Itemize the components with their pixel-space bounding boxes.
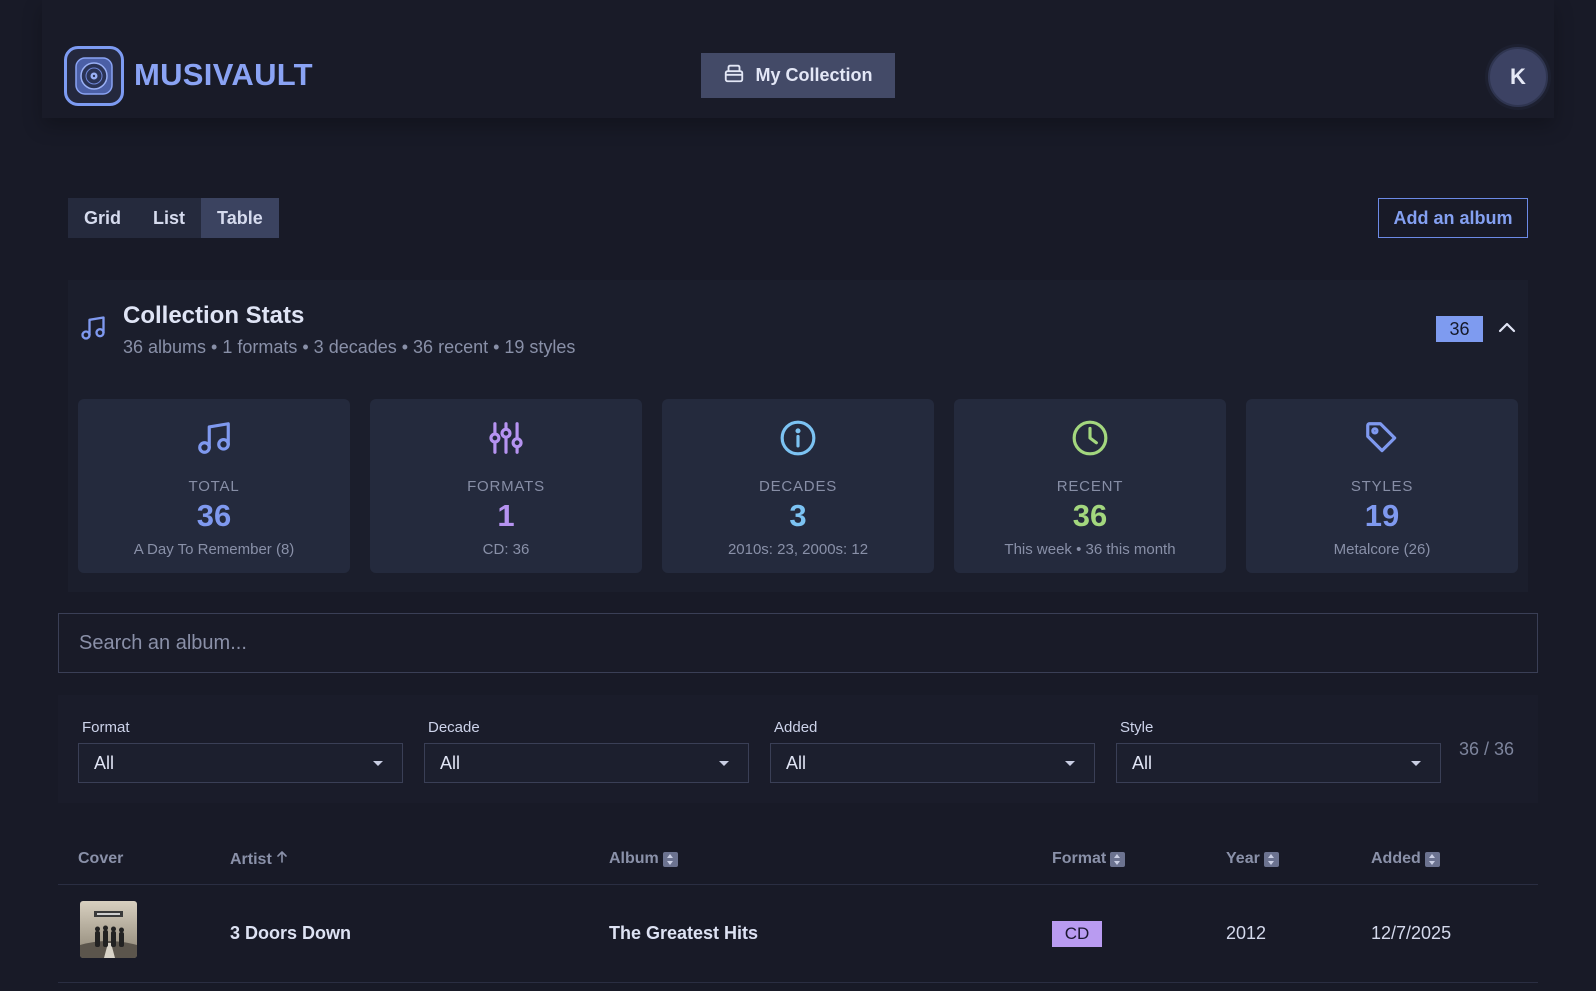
stat-card-total: TOTAL 36 A Day To Remember (8) (78, 399, 350, 573)
stats-cards: TOTAL 36 A Day To Remember (8) FORMATS 1… (78, 399, 1518, 573)
result-count: 36 / 36 (1459, 739, 1515, 759)
sort-icon (1424, 851, 1440, 867)
stat-value: 3 (789, 498, 807, 533)
app-logo-text[interactable]: MUSIVAULT (134, 57, 313, 93)
style-select[interactable]: All (1116, 743, 1441, 783)
column-header-album[interactable]: Album (609, 850, 678, 868)
stat-label: RECENT (1056, 478, 1124, 495)
added-cell: 12/7/2025 (1371, 923, 1452, 943)
view-toggle: Grid List Table (68, 198, 279, 238)
stat-detail: A Day To Remember (8) (133, 541, 295, 558)
year-cell: 2012 (1226, 923, 1267, 943)
view-grid-button[interactable]: Grid (68, 198, 137, 238)
user-avatar[interactable]: K (1488, 47, 1548, 107)
music-note-icon (78, 419, 350, 457)
stats-title: Collection Stats (123, 302, 305, 329)
column-label: Year (1226, 850, 1260, 867)
column-header-added[interactable]: Added (1371, 850, 1440, 868)
my-collection-label: My Collection (755, 65, 873, 85)
sort-icon (1110, 851, 1126, 867)
tag-icon (1246, 419, 1518, 457)
column-header-year[interactable]: Year (1226, 850, 1279, 868)
stat-detail: Metalcore (26) (1333, 541, 1431, 558)
stat-label: FORMATS (467, 478, 545, 495)
stat-card-styles: STYLES 19 Metalcore (26) (1246, 399, 1518, 573)
collection-box-icon (723, 62, 745, 89)
sort-ascending-icon (276, 850, 288, 869)
format-badge: CD (1052, 921, 1102, 947)
stat-card-recent: RECENT 36 This week • 36 this month (954, 399, 1226, 573)
sort-icon (1263, 851, 1279, 867)
add-album-button[interactable]: Add an album (1378, 198, 1528, 238)
collapse-chevron-up-icon[interactable] (1495, 316, 1519, 345)
stat-card-formats: FORMATS 1 CD: 36 (370, 399, 642, 573)
stat-value: 36 (196, 498, 232, 533)
select-value: All (440, 752, 461, 773)
music-note-icon (79, 314, 107, 347)
collection-stats-panel: Collection Stats 36 albums • 1 formats •… (68, 280, 1528, 592)
decade-select[interactable]: All (424, 743, 749, 783)
filter-label: Style (1120, 719, 1154, 736)
view-list-button[interactable]: List (137, 198, 201, 238)
stat-value: 1 (497, 498, 515, 533)
view-table-button[interactable]: Table (201, 198, 279, 238)
stat-label: DECADES (758, 478, 838, 495)
stat-label: STYLES (1350, 478, 1414, 495)
format-select[interactable]: All (78, 743, 403, 783)
vinyl-logo-icon[interactable] (64, 46, 124, 106)
filter-style: Style All (1116, 719, 1441, 783)
filter-format: Format All (78, 719, 403, 783)
table-header: Cover Artist Album Format Year Added (58, 840, 1538, 885)
stat-card-decades: DECADES 3 2010s: 23, 2000s: 12 (662, 399, 934, 573)
column-label: Added (1371, 850, 1421, 867)
column-label: Artist (230, 850, 272, 868)
select-value: All (786, 752, 807, 773)
filter-label: Decade (428, 719, 480, 736)
dropdown-caret-icon (1065, 760, 1075, 766)
column-label: Format (1052, 850, 1107, 867)
added-select[interactable]: All (770, 743, 1095, 783)
filter-label: Format (82, 719, 130, 736)
dropdown-caret-icon (719, 760, 729, 766)
stat-detail: This week • 36 this month (1004, 541, 1176, 558)
album-search-input[interactable] (58, 613, 1538, 673)
table-row[interactable]: 3 Doors Down The Greatest Hits CD 2012 1… (58, 886, 1538, 983)
dropdown-caret-icon (1411, 760, 1421, 766)
sort-icon (662, 851, 678, 867)
filters-bar: Format All Decade All Added All Style Al… (58, 695, 1538, 803)
album-count-badge: 36 (1436, 316, 1483, 342)
stat-value: 19 (1364, 498, 1400, 533)
artist-cell[interactable]: 3 Doors Down (230, 923, 351, 944)
app-header: MUSIVAULT My Collection K (42, 0, 1554, 118)
select-value: All (94, 752, 115, 773)
dropdown-caret-icon (373, 760, 383, 766)
column-label: Album (609, 850, 659, 867)
sliders-icon (370, 419, 642, 457)
stats-summary: 36 albums • 1 formats • 3 decades • 36 r… (123, 337, 576, 357)
stat-detail: 2010s: 23, 2000s: 12 (727, 541, 869, 558)
column-header-format[interactable]: Format (1052, 850, 1126, 868)
select-value: All (1132, 752, 1153, 773)
info-icon (662, 419, 934, 457)
stat-label: TOTAL (188, 478, 240, 495)
filter-decade: Decade All (424, 719, 749, 783)
filter-added: Added All (770, 719, 1095, 783)
my-collection-button[interactable]: My Collection (701, 53, 895, 98)
column-header-artist[interactable]: Artist (230, 850, 288, 869)
stat-detail: CD: 36 (482, 541, 530, 558)
column-label: Cover (78, 850, 124, 867)
album-cover-image[interactable] (80, 901, 137, 958)
column-header-cover: Cover (78, 850, 123, 868)
clock-icon (954, 419, 1226, 457)
filter-label: Added (774, 719, 818, 736)
album-cell[interactable]: The Greatest Hits (609, 923, 758, 944)
stat-value: 36 (1072, 498, 1108, 533)
